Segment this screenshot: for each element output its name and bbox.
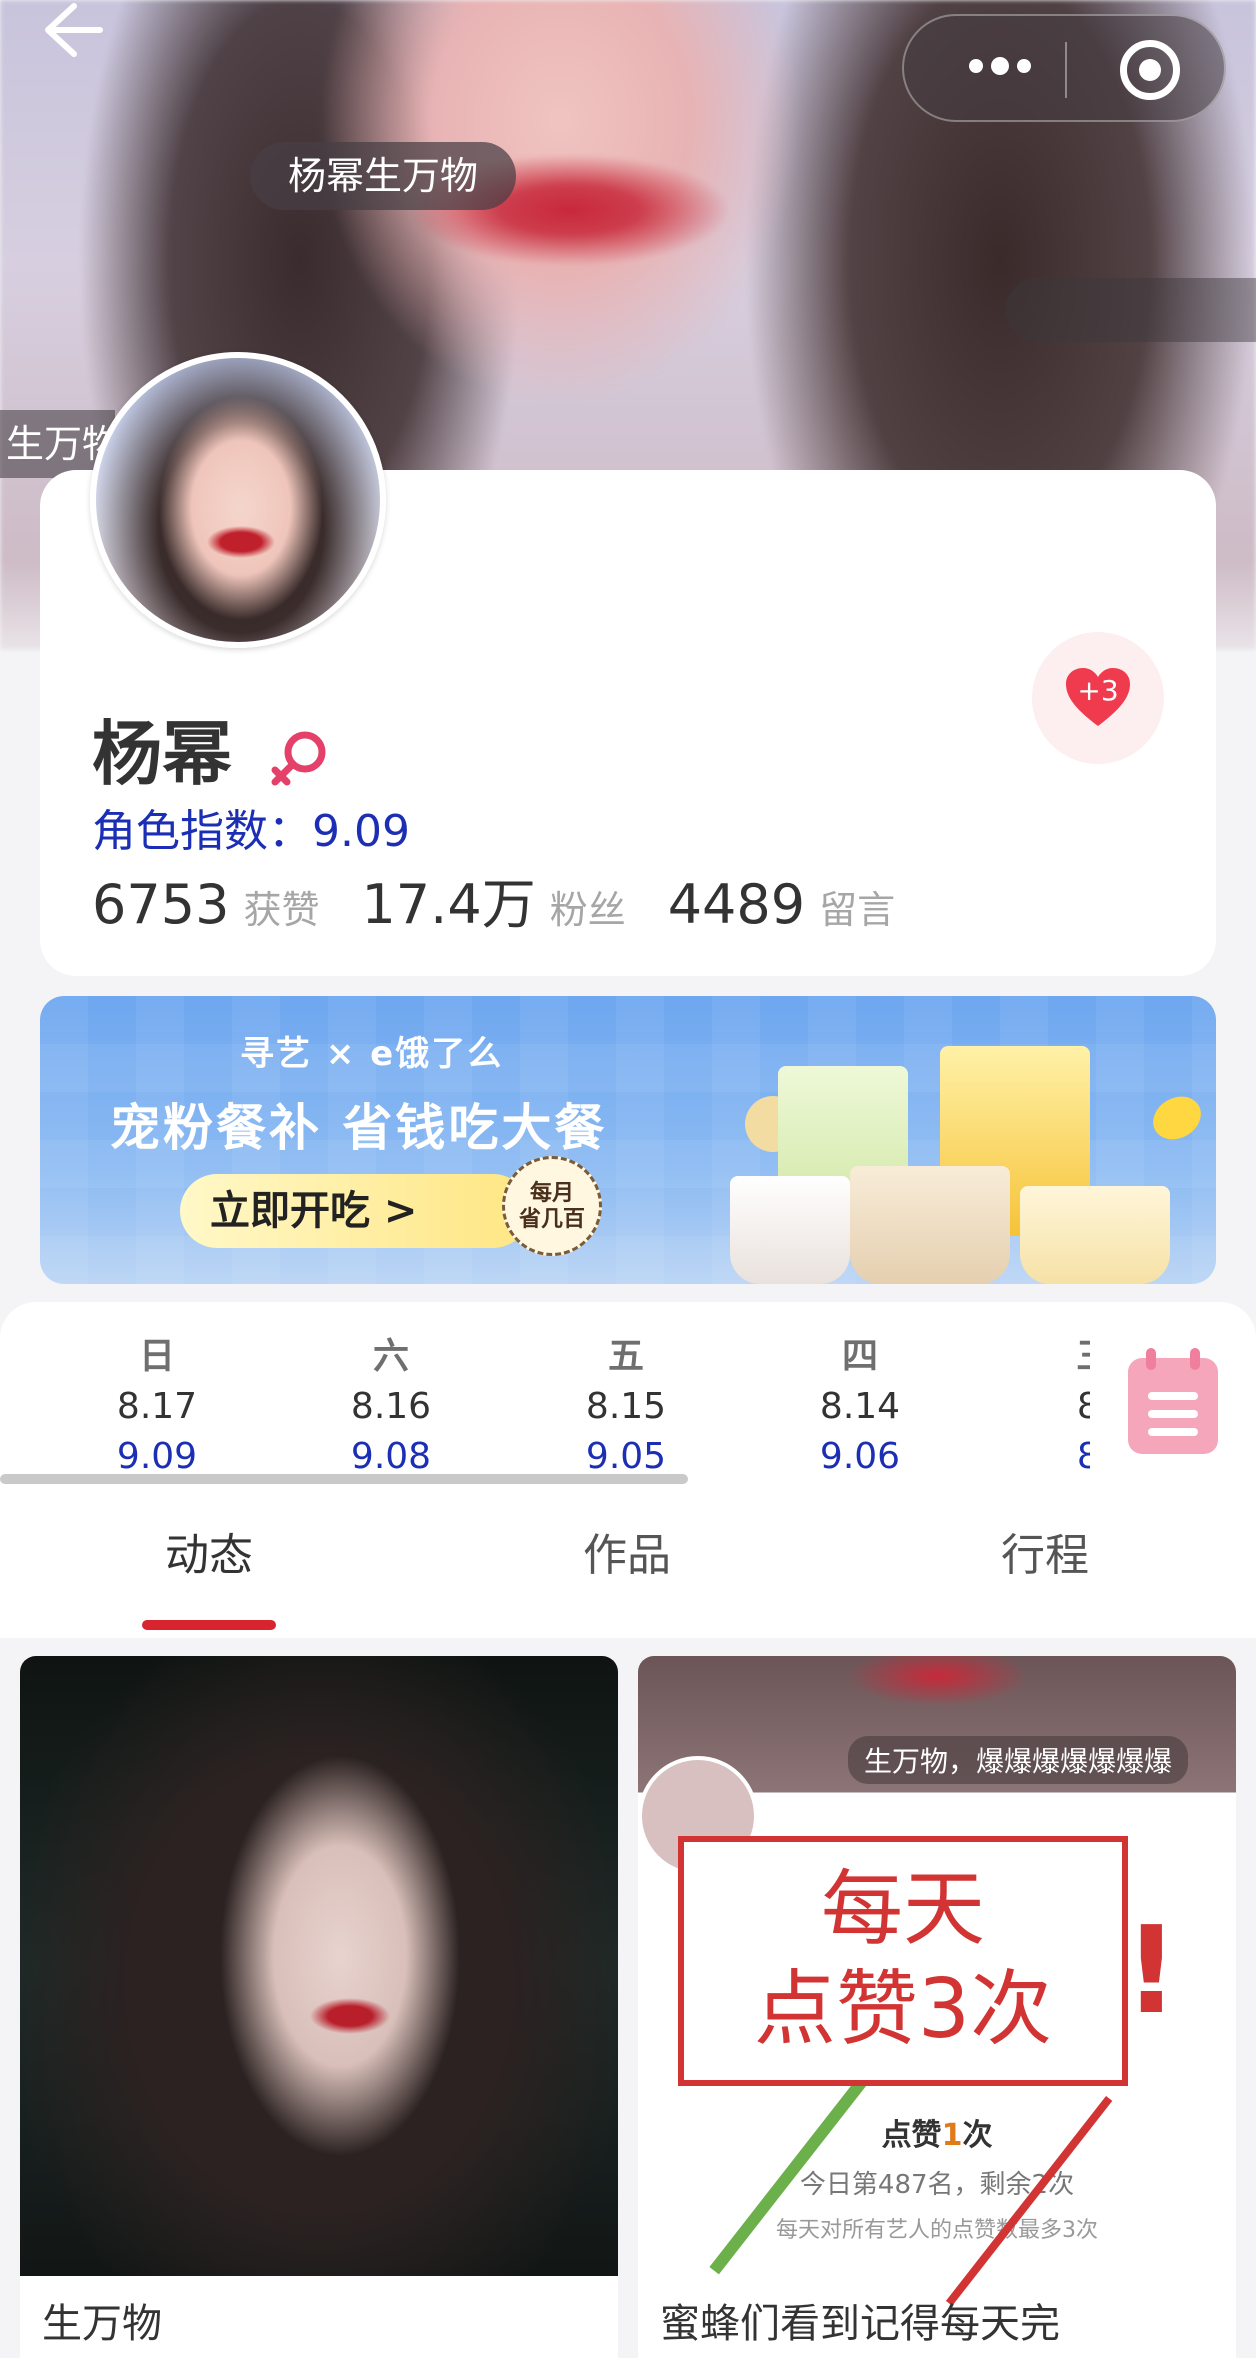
tap-suffix: 次 [962, 2118, 993, 2153]
calendar-icon[interactable] [1128, 1348, 1218, 1454]
date-scroll-area[interactable]: 日 8.17 9.09 六 8.16 9.08 五 8.15 9.05 四 8.… [0, 1302, 1090, 1486]
date-score: 8. [1076, 1436, 1090, 1477]
date-selector: 日 8.17 9.09 六 8.16 9.08 五 8.15 9.05 四 8.… [0, 1302, 1256, 1486]
fans-count: 17.4万 [361, 873, 536, 936]
female-icon [271, 731, 326, 786]
banner-cta-button[interactable]: 立即开吃 > [180, 1174, 530, 1248]
date-score: 9.06 [819, 1436, 901, 1477]
drink-image [730, 1176, 850, 1284]
fans-label: 粉丝 [549, 888, 626, 932]
date-weekday: 六 [372, 1336, 409, 1377]
exclaim-mark: ! [1124, 1902, 1179, 2041]
banner-partner: 寻艺 × e饿了么 [240, 1034, 504, 1074]
banner-stamp: 每月 省几百 [502, 1156, 602, 1256]
stamp-line1: 每月 [529, 1181, 574, 1206]
drink-image [1020, 1186, 1170, 1284]
artist-name: 杨幂 [92, 713, 232, 795]
role-index: 角色指数：9.09 [92, 802, 410, 862]
date-item[interactable]: 五 8.15 9.05 [566, 1332, 686, 1482]
danmu-bubble: 杨幂生万物 [250, 142, 517, 210]
tab-dynamics[interactable]: 动态 [109, 1526, 309, 1586]
target-icon[interactable] [1120, 40, 1180, 100]
tab-schedule[interactable]: 行程 [945, 1526, 1145, 1586]
feed-caption: 生万物 [42, 2301, 162, 2347]
feed-card[interactable]: 生万物，爆爆爆爆爆爆爆 每天 点赞3次 ! 点赞1次 今日第487名，剩余2次 … [638, 1656, 1236, 2358]
date-item[interactable]: 六 8.16 9.08 [331, 1332, 451, 1482]
thumb-redbox: 每天 点赞3次 [678, 1836, 1128, 2086]
mini-program-capsule [902, 14, 1226, 122]
danmu-bubble-faded [1005, 278, 1256, 342]
date-weekday: 日 [138, 1336, 175, 1377]
more-dots-icon[interactable] [952, 46, 1048, 94]
redbox-line2: 点赞3次 [753, 1962, 1053, 2057]
lemon-image [1145, 1088, 1209, 1148]
role-index-value: 9.09 [312, 806, 410, 857]
redbox-line1: 每天 [820, 1862, 985, 1957]
comments-count: 4489 [667, 873, 806, 936]
avatar[interactable] [90, 352, 386, 648]
like-button[interactable]: +3 [1032, 632, 1164, 764]
date-scrollbar[interactable] [0, 1474, 688, 1484]
tab-works[interactable]: 作品 [527, 1526, 727, 1586]
banner-headline: 宠粉餐补 省钱吃大餐 [110, 1099, 608, 1157]
content-tabs: 动态 作品 行程 [0, 1486, 1256, 1638]
thumb-tap-count: 点赞1次 [638, 2110, 1236, 2154]
capsule-divider [1065, 42, 1067, 98]
date-item[interactable]: 日 8.17 9.09 [97, 1332, 217, 1482]
date-value: 8.15 [585, 1386, 667, 1427]
date-weekday: 四 [841, 1336, 878, 1377]
date-value: 8.16 [350, 1386, 432, 1427]
likes-label: 获赞 [243, 888, 320, 932]
drink-image [850, 1166, 1010, 1284]
tap-prefix: 点赞 [881, 2118, 942, 2153]
like-badge-count: +3 [1077, 674, 1119, 707]
thumb-note-text: 每天对所有艺人的点赞数最多3次 [776, 2218, 1098, 2243]
arrow-left-icon[interactable] [40, 0, 110, 60]
profile-stats: 6753 获赞 17.4万 粉丝 4489 留言 [92, 860, 937, 936]
feed-thumbnail: 生万物，爆爆爆爆爆爆爆 每天 点赞3次 ! 点赞1次 今日第487名，剩余2次 … [638, 1656, 1236, 2306]
thumb-rank-text: 今日第487名，剩余2次 [799, 2170, 1075, 2200]
calendar-line [1148, 1392, 1198, 1400]
promo-banner[interactable]: 寻艺 × e饿了么 宠粉餐补 省钱吃大餐 立即开吃 > 每月 省几百 [40, 996, 1216, 1284]
likes-count: 6753 [92, 873, 230, 936]
date-item[interactable]: 三 8. 8. [1034, 1332, 1090, 1482]
comments-label: 留言 [819, 888, 896, 932]
thumb-overlay-text: 生万物，爆爆爆爆爆爆爆 [848, 1736, 1189, 1784]
date-weekday: 三 [1034, 1332, 1090, 1382]
tab-indicator [142, 1620, 276, 1630]
calendar-line [1148, 1410, 1198, 1418]
stamp-line2: 省几百 [518, 1207, 585, 1232]
feed-caption: 蜜蜂们看到记得每天完 [660, 2301, 1060, 2347]
calendar-line [1148, 1428, 1198, 1436]
tap-count: 1 [941, 2118, 963, 2153]
date-value: 8.14 [819, 1386, 901, 1427]
role-index-label: 角色指数： [92, 806, 312, 857]
date-weekday: 五 [607, 1336, 644, 1377]
date-value: 8.17 [116, 1386, 198, 1427]
date-value: 8. [1076, 1386, 1090, 1427]
feed-card[interactable]: 生万物 [20, 1656, 618, 2358]
feed-thumbnail [20, 1656, 618, 2276]
date-item[interactable]: 四 8.14 9.06 [800, 1332, 920, 1482]
